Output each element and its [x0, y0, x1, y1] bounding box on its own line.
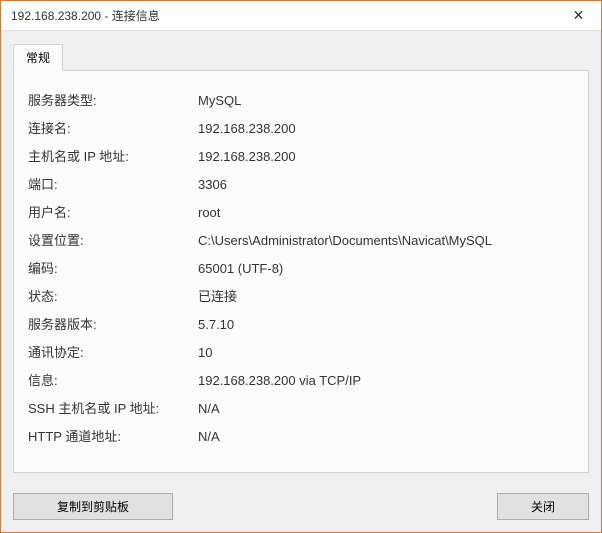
label-information: 信息: — [28, 367, 198, 395]
label-username: 用户名: — [28, 199, 198, 227]
row-connection-name: 连接名: 192.168.238.200 — [28, 115, 574, 143]
value-server-version[interactable]: 5.7.10 — [198, 311, 574, 339]
tab-general[interactable]: 常规 — [13, 44, 63, 71]
tab-body: 服务器类型: MySQL 连接名: 192.168.238.200 主机名或 I… — [13, 70, 589, 473]
close-icon[interactable]: ✕ — [556, 1, 601, 31]
row-ssh-host: SSH 主机名或 IP 地址: N/A — [28, 395, 574, 423]
titlebar: 192.168.238.200 - 连接信息 ✕ — [1, 1, 601, 31]
tab-header: 常规 — [13, 44, 589, 71]
row-server-type: 服务器类型: MySQL — [28, 87, 574, 115]
footer: 复制到剪贴板 关闭 — [1, 485, 601, 532]
value-information[interactable]: 192.168.238.200 via TCP/IP — [198, 367, 574, 395]
label-encoding: 编码: — [28, 255, 198, 283]
value-username[interactable]: root — [198, 199, 574, 227]
label-http-tunnel: HTTP 通道地址: — [28, 423, 198, 451]
value-server-type[interactable]: MySQL — [198, 87, 574, 115]
label-host: 主机名或 IP 地址: — [28, 143, 198, 171]
label-protocol: 通讯协定: — [28, 339, 198, 367]
value-protocol[interactable]: 10 — [198, 339, 574, 367]
row-server-version: 服务器版本: 5.7.10 — [28, 311, 574, 339]
close-button[interactable]: 关闭 — [497, 493, 589, 520]
value-settings-location[interactable]: C:\Users\Administrator\Documents\Navicat… — [198, 227, 574, 255]
value-port[interactable]: 3306 — [198, 171, 574, 199]
row-http-tunnel: HTTP 通道地址: N/A — [28, 423, 574, 451]
row-encoding: 编码: 65001 (UTF-8) — [28, 255, 574, 283]
tab-container: 常规 服务器类型: MySQL 连接名: 192.168.238.200 主机名… — [13, 43, 589, 473]
value-connection-name[interactable]: 192.168.238.200 — [198, 115, 574, 143]
value-host[interactable]: 192.168.238.200 — [198, 143, 296, 171]
row-information: 信息: 192.168.238.200 via TCP/IP — [28, 367, 574, 395]
label-server-type: 服务器类型: — [28, 87, 198, 115]
label-status: 状态: — [28, 283, 198, 311]
window-title: 192.168.238.200 - 连接信息 — [11, 7, 160, 24]
value-http-tunnel[interactable]: N/A — [198, 423, 574, 451]
label-port: 端口: — [28, 171, 198, 199]
row-port: 端口: 3306 — [28, 171, 574, 199]
connection-info-window: 192.168.238.200 - 连接信息 ✕ 常规 服务器类型: MySQL… — [0, 0, 602, 533]
row-settings-location: 设置位置: C:\Users\Administrator\Documents\N… — [28, 227, 574, 255]
label-settings-location: 设置位置: — [28, 227, 198, 255]
label-ssh-host: SSH 主机名或 IP 地址: — [28, 395, 198, 423]
label-connection-name: 连接名: — [28, 115, 198, 143]
value-status[interactable]: 已连接 — [198, 283, 574, 311]
row-status: 状态: 已连接 — [28, 283, 574, 311]
copy-to-clipboard-button[interactable]: 复制到剪贴板 — [13, 493, 173, 520]
row-username: 用户名: root — [28, 199, 574, 227]
row-protocol: 通讯协定: 10 — [28, 339, 574, 367]
value-encoding[interactable]: 65001 (UTF-8) — [198, 255, 574, 283]
label-server-version: 服务器版本: — [28, 311, 198, 339]
row-host: 主机名或 IP 地址: 192.168.238.200 — [28, 143, 574, 171]
content-area: 常规 服务器类型: MySQL 连接名: 192.168.238.200 主机名… — [1, 31, 601, 485]
value-ssh-host[interactable]: N/A — [198, 395, 574, 423]
